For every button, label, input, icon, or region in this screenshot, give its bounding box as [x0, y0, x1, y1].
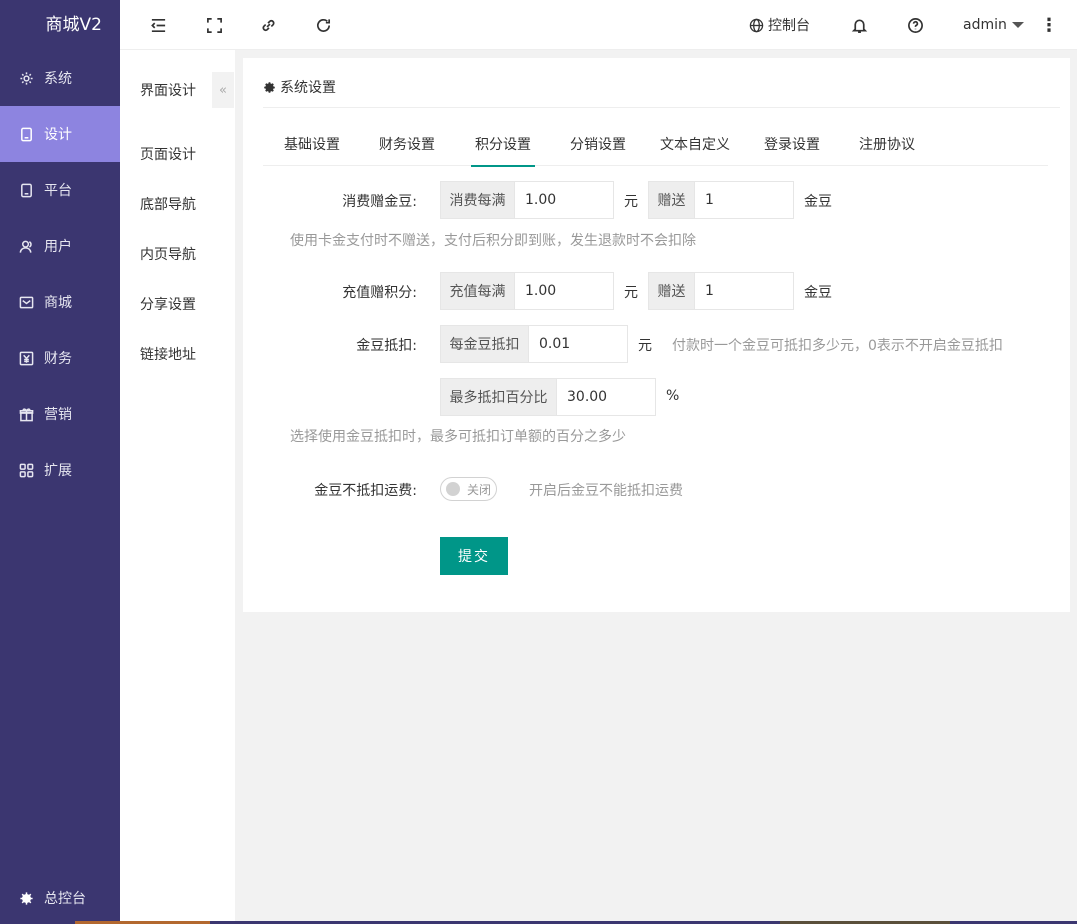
gear-icon [264, 81, 275, 93]
submenu-item[interactable]: 链接地址 [140, 344, 196, 364]
sidebar-item-label: 商城 [44, 295, 72, 311]
gear-icon [18, 70, 34, 86]
settings-card: 系统设置 基础设置 财务设置 积分设置 分销设置 文本自定义 登录设置 注册协议… [243, 58, 1070, 612]
tab-distribution[interactable]: 分销设置 [570, 134, 626, 166]
grid-icon [18, 462, 34, 478]
freight-help: 开启后金豆不能抵扣运费 [529, 483, 683, 499]
gift-addon: 赠送 [648, 181, 695, 219]
card-title-text: 系统设置 [280, 80, 336, 96]
gift-addon: 赠送 [648, 272, 695, 310]
globe-icon [749, 18, 764, 33]
sidebar-item-marketing[interactable]: 营销 [0, 386, 120, 442]
deduct-help: 付款时一个金豆可抵扣多少元，0表示不开启金豆抵扣 [672, 338, 1003, 354]
yen-icon [18, 350, 34, 366]
submenu-item[interactable]: 分享设置 [140, 294, 196, 314]
app-logo: 商城V2 [45, 15, 102, 35]
sidebar-item-mall[interactable]: 商城 [0, 274, 120, 330]
refresh-icon[interactable] [313, 15, 333, 35]
console-link[interactable]: 控制台 [749, 0, 810, 50]
submenu-item[interactable]: 页面设计 [140, 144, 196, 164]
divider [263, 107, 1060, 108]
deduct-rate-input[interactable]: 0.01 [529, 325, 628, 363]
card-title: 系统设置 [263, 77, 336, 97]
sidebar-item-dashboard[interactable]: 总控台 [0, 878, 120, 918]
max-percent-addon: 最多抵扣百分比 [440, 378, 557, 416]
recharge-label: 充值赠积分: [342, 285, 417, 301]
sidebar-item-label: 营销 [44, 407, 72, 423]
gift-icon [18, 406, 34, 422]
username: admin [963, 17, 1007, 33]
tablet-icon [18, 126, 34, 142]
max-percent-help: 选择使用金豆抵扣时，最多可抵扣订单额的百分之多少 [290, 429, 626, 445]
sidebar-item-label: 系统 [44, 71, 72, 87]
sidebar: 商城V2 系统 设计 平台 用户 商城 财务 营销 扩展 总控台 [0, 0, 120, 924]
deduct-label: 金豆抵扣: [356, 338, 417, 354]
switch-knob [446, 482, 460, 496]
submit-button[interactable]: 提交 [440, 537, 508, 575]
help-icon[interactable] [905, 15, 925, 35]
submenu-item[interactable]: 界面设计 [140, 80, 196, 100]
user-icon [18, 238, 34, 254]
tab-agreement[interactable]: 注册协议 [859, 134, 915, 166]
submenu-item[interactable]: 内页导航 [140, 244, 196, 264]
consume-amount-input[interactable]: 1.00 [515, 181, 614, 219]
unit-percent: % [666, 388, 680, 404]
unit-beans: 金豆 [804, 285, 832, 301]
link-icon[interactable] [258, 15, 278, 35]
switch-text: 关闭 [467, 483, 492, 497]
tab-finance[interactable]: 财务设置 [379, 134, 435, 166]
unit-yuan: 元 [624, 194, 638, 210]
sidebar-item-design[interactable]: 设计 [0, 106, 120, 162]
max-percent-input[interactable]: 30.00 [557, 378, 656, 416]
mail-icon [18, 294, 34, 310]
menu-fold-icon[interactable] [148, 15, 168, 35]
tab-text-custom[interactable]: 文本自定义 [660, 134, 730, 166]
gear-icon [18, 890, 34, 906]
sidebar-item-label: 用户 [44, 239, 72, 255]
deduct-addon: 每金豆抵扣 [440, 325, 529, 363]
collapse-icon[interactable]: « [212, 72, 234, 108]
unit-beans: 金豆 [804, 194, 832, 210]
fullscreen-icon[interactable] [204, 15, 224, 35]
tab-login[interactable]: 登录设置 [764, 134, 820, 166]
sidebar-item-label: 总控台 [44, 891, 86, 907]
freight-switch[interactable]: 关闭 [440, 477, 497, 501]
recharge-amount-input[interactable]: 1.00 [515, 272, 614, 310]
sidebar-item-finance[interactable]: 财务 [0, 330, 120, 386]
caret-down-icon [1011, 22, 1024, 28]
sidebar-item-label: 财务 [44, 351, 72, 367]
sidebar-item-users[interactable]: 用户 [0, 218, 120, 274]
consume-label: 消费赠金豆: [342, 194, 417, 210]
tablet-icon [18, 182, 34, 198]
more-vertical-icon[interactable]: ⋮ [1040, 0, 1058, 50]
topbar: 控制台 admin ⋮ [120, 0, 1077, 50]
recharge-gift-input[interactable]: 1 [695, 272, 794, 310]
sidebar-item-platform[interactable]: 平台 [0, 162, 120, 218]
consume-addon: 消费每满 [440, 181, 515, 219]
unit-yuan: 元 [638, 338, 652, 354]
sidebar-item-label: 设计 [44, 127, 72, 143]
tab-points[interactable]: 积分设置 [471, 134, 535, 167]
submenu-item[interactable]: 底部导航 [140, 194, 196, 214]
tab-basic[interactable]: 基础设置 [284, 134, 340, 166]
submenu: 界面设计 « 页面设计 底部导航 内页导航 分享设置 链接地址 [120, 50, 235, 924]
sidebar-item-label: 扩展 [44, 463, 72, 479]
sidebar-item-label: 平台 [44, 183, 72, 199]
sidebar-item-extend[interactable]: 扩展 [0, 442, 120, 498]
recharge-addon: 充值每满 [440, 272, 515, 310]
consume-gift-input[interactable]: 1 [695, 181, 794, 219]
freight-label: 金豆不抵扣运费: [314, 483, 417, 499]
bell-icon[interactable] [849, 15, 869, 35]
consume-help: 使用卡金支付时不赠送，支付后积分即到账，发生退款时不会扣除 [290, 233, 696, 249]
unit-yuan: 元 [624, 285, 638, 301]
console-label: 控制台 [768, 18, 810, 34]
user-menu[interactable]: admin [963, 0, 1024, 50]
sidebar-item-system[interactable]: 系统 [0, 50, 120, 106]
tab-bar: 基础设置 财务设置 积分设置 分销设置 文本自定义 登录设置 注册协议 [263, 128, 1048, 167]
